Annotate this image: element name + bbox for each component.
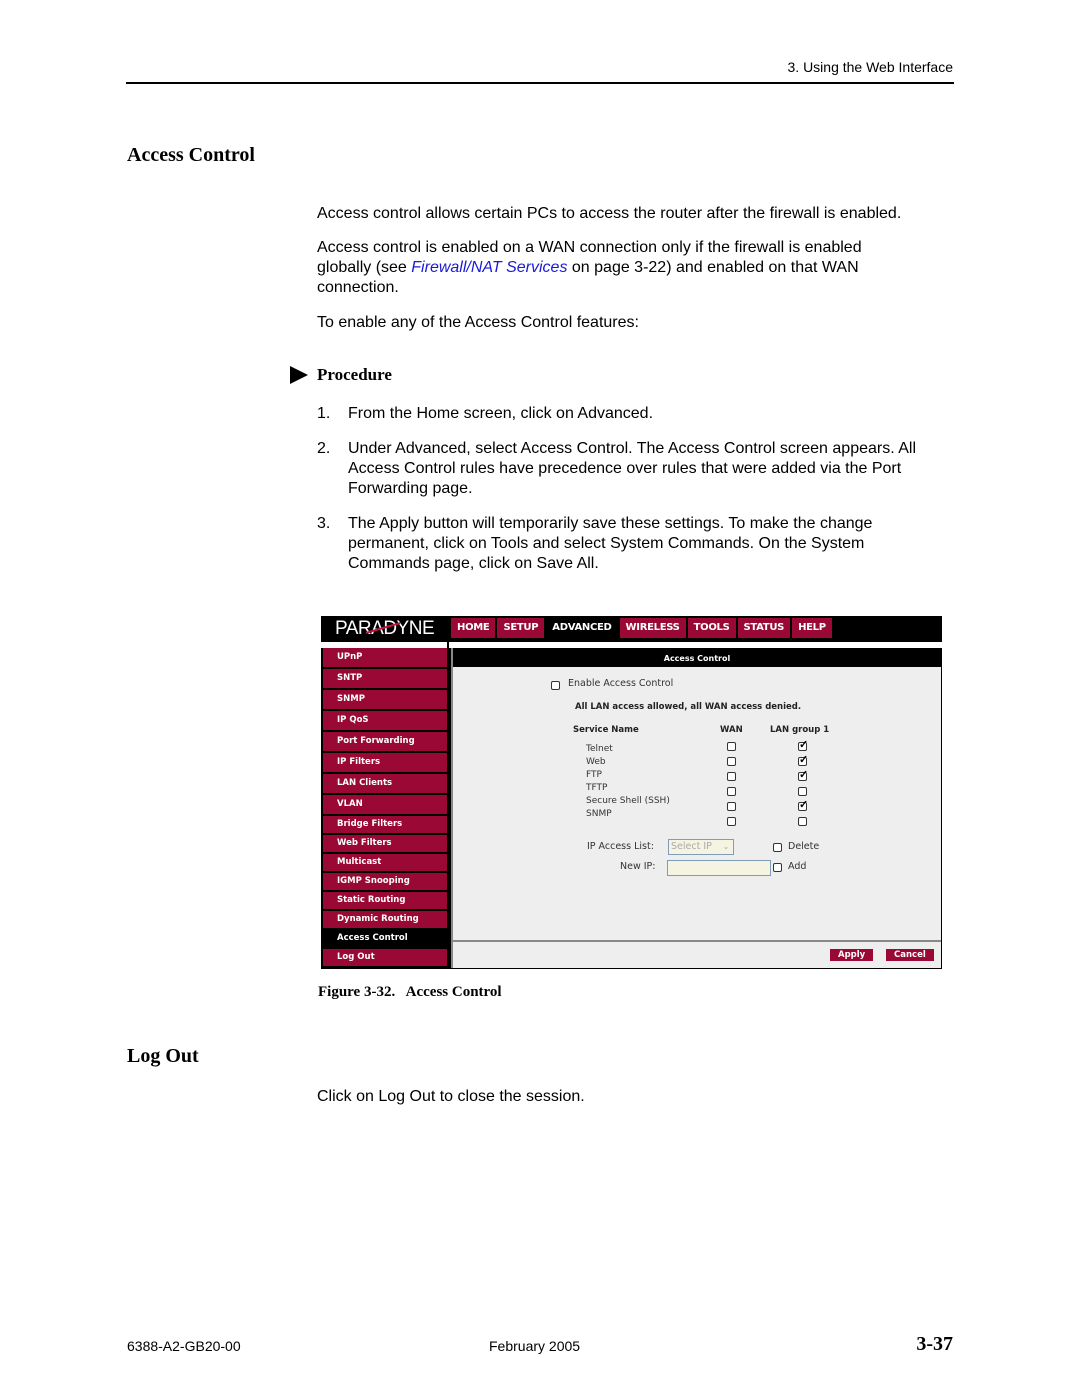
wan-checkbox[interactable] [727,787,736,796]
service-name: Telnet [586,744,613,754]
section-title-log-out: Log Out [127,1045,199,1067]
wan-checkbox[interactable] [727,817,736,826]
procedure-arrow-icon [290,366,308,384]
nav-tab-setup[interactable]: SETUP [497,618,545,638]
step-number: 3. [317,515,331,532]
nav-tab-status[interactable]: STATUS [737,618,791,638]
wan-checkbox[interactable] [727,757,736,766]
lan-group-1-checkbox[interactable] [798,817,807,826]
header-rule [126,82,954,84]
service-name: TFTP [586,783,608,793]
nav-tab-help[interactable]: HELP [792,618,832,638]
sidebar-item-upnp[interactable]: UPnP [323,648,447,667]
sidebar-item-dynamic-routing[interactable]: Dynamic Routing [323,911,447,928]
wan-checkbox[interactable] [727,802,736,811]
panel-title: Access Control [453,648,941,667]
nav-tab-home[interactable]: HOME [451,618,496,638]
sidebar-item-ip-qos[interactable]: IP QoS [323,711,447,730]
nav-tab-tools[interactable]: TOOLS [687,618,736,638]
router-nav-tabs: HOME SETUP ADVANCED WIRELESS TOOLS STATU… [451,618,834,638]
add-label: Add [788,861,807,872]
procedure-label: Procedure [317,365,392,384]
paragraph-intro: Access control allows certain PCs to acc… [317,205,902,222]
page-number: 3-37 [916,1333,953,1355]
service-name: Web [586,757,606,767]
sidebar-item-igmp-snooping[interactable]: IGMP Snooping [323,873,447,890]
nav-tab-wireless[interactable]: WIRELESS [619,618,686,638]
lan-group-1-checkbox[interactable] [798,753,808,766]
panel-footer-divider [453,940,941,942]
sidebar-item-sntp[interactable]: SNTP [323,669,447,688]
lan-group-1-checkbox[interactable] [798,768,808,781]
lan-group-1-checkbox[interactable] [798,787,807,796]
procedure-step: 1. From the Home screen, click on Advanc… [317,404,957,424]
procedure-heading: Procedure [290,365,392,385]
ip-access-list-value: Select IP [671,841,712,852]
add-checkbox[interactable] [773,863,782,872]
service-name: SNMP [586,809,612,819]
step-number: 2. [317,440,331,457]
cancel-button[interactable]: Cancel [886,949,934,961]
service-name: FTP [586,770,602,780]
step-number: 1. [317,405,331,422]
status-message: All LAN access allowed, all WAN access d… [575,702,802,712]
ip-access-list-select[interactable]: Select IP ⌄ [668,839,734,855]
router-top-bar: PARADYNE HOME SETUP ADVANCED WIRELESS TO… [321,616,942,642]
sidebar-item-multicast[interactable]: Multicast [323,854,447,871]
apply-button[interactable]: Apply [830,949,874,961]
sidebar-item-ip-filters[interactable]: IP Filters [323,753,447,772]
access-control-panel: Access Control Enable Access Control All… [451,648,941,968]
sidebar-item-web-filters[interactable]: Web Filters [323,835,447,852]
service-name: Secure Shell (SSH) [586,796,670,806]
lan-group-1-checkbox[interactable] [798,738,808,751]
chevron-down-icon: ⌄ [720,841,732,853]
column-header-wan: WAN [720,725,743,735]
paradyne-logo: PARADYNE [335,618,435,640]
router-ui-screenshot: PARADYNE HOME SETUP ADVANCED WIRELESS TO… [321,616,942,969]
paragraph-enable: To enable any of the Access Control feat… [317,314,639,331]
footer-date: February 2005 [489,1338,581,1354]
procedure-step: 3. The Apply button will temporarily sav… [317,514,932,574]
enable-access-control-checkbox[interactable] [551,681,560,690]
firewall-nat-link[interactable]: Firewall/NAT Services [411,259,567,276]
paragraph-wan: Access control is enabled on a WAN conne… [317,238,917,298]
sidebar-item-log-out[interactable]: Log Out [323,949,447,966]
sidebar-item-vlan[interactable]: VLAN [323,795,447,814]
sidebar-item-static-routing[interactable]: Static Routing [323,892,447,909]
footer-doc-number: 6388-A2-GB20-00 [127,1338,241,1354]
ip-access-list-label: IP Access List: [587,841,654,852]
sidebar-item-snmp[interactable]: SNMP [323,690,447,709]
enable-access-control-label: Enable Access Control [568,678,674,689]
new-ip-input[interactable] [667,860,771,876]
section-title-access-control: Access Control [127,144,255,166]
paragraph-log-out: Click on Log Out to close the session. [317,1088,585,1105]
step-text: From the Home screen, click on Advanced. [348,405,654,422]
lan-group-1-checkbox[interactable] [798,798,808,811]
wan-checkbox[interactable] [727,772,736,781]
running-head: 3. Using the Web Interface [787,59,954,75]
step-text: The Apply button will temporarily save t… [348,515,873,572]
wan-checkbox[interactable] [727,742,736,751]
step-text: Under Advanced, select Access Control. T… [348,440,916,497]
new-ip-label: New IP: [620,861,656,872]
delete-label: Delete [788,841,820,852]
sidebar-item-access-control[interactable]: Access Control [323,930,447,947]
sidebar-item-lan-clients[interactable]: LAN Clients [323,774,447,793]
figure-caption: Figure 3-32. Access Control [318,984,502,1000]
column-header-service: Service Name [573,725,639,735]
procedure-step: 2. Under Advanced, select Access Control… [317,439,932,499]
sidebar-item-bridge-filters[interactable]: Bridge Filters [323,816,447,833]
column-header-lan-group-1: LAN group 1 [770,725,830,735]
router-sidebar: UPnP SNTP SNMP IP QoS Port Forwarding IP… [321,648,449,968]
nav-tab-advanced[interactable]: ADVANCED [546,618,618,638]
sidebar-item-port-forwarding[interactable]: Port Forwarding [323,732,447,751]
delete-checkbox[interactable] [773,843,782,852]
